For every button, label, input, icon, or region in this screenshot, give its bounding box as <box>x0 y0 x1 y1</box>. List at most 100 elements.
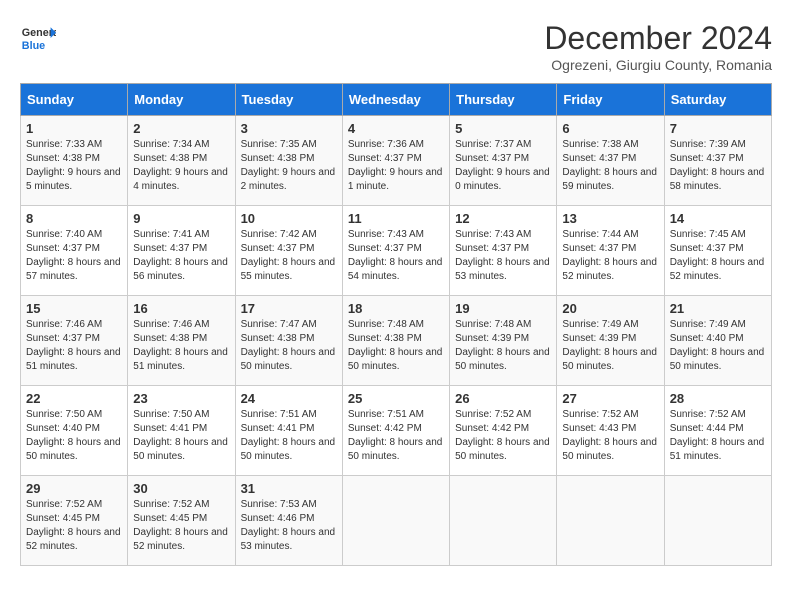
calendar-cell <box>450 476 557 566</box>
column-header-monday: Monday <box>128 84 235 116</box>
day-number: 19 <box>455 301 551 316</box>
calendar-body: 1 Sunrise: 7:33 AM Sunset: 4:38 PM Daylig… <box>21 116 772 566</box>
calendar-cell: 1 Sunrise: 7:33 AM Sunset: 4:38 PM Daylig… <box>21 116 128 206</box>
calendar-cell: 5Sunrise: 7:37 AM Sunset: 4:37 PM Daylig… <box>450 116 557 206</box>
calendar-cell: 20Sunrise: 7:49 AM Sunset: 4:39 PM Dayli… <box>557 296 664 386</box>
day-number: 14 <box>670 211 766 226</box>
cell-info: Sunrise: 7:51 AM Sunset: 4:42 PM Dayligh… <box>348 408 444 464</box>
cell-info: Sunrise: 7:46 AM Sunset: 4:37 PM Dayligh… <box>26 318 122 374</box>
day-number: 8 <box>26 211 122 226</box>
day-number: 16 <box>133 301 229 316</box>
column-header-tuesday: Tuesday <box>235 84 342 116</box>
calendar-cell: 16 Sunrise: 7:46 AM Sunset: 4:38 PM Dayli… <box>128 296 235 386</box>
cell-info: Sunrise: 7:42 AM Sunset: 4:37 PM Dayligh… <box>241 228 337 284</box>
calendar-cell: 12 Sunrise: 7:43 AM Sunset: 4:37 PM Dayli… <box>450 206 557 296</box>
day-number: 12 <box>455 211 551 226</box>
calendar-cell: 26Sunrise: 7:52 AM Sunset: 4:42 PM Dayli… <box>450 386 557 476</box>
cell-info: Sunrise: 7:46 AM Sunset: 4:38 PM Dayligh… <box>133 318 229 374</box>
calendar-header-row: SundayMondayTuesdayWednesdayThursdayFrid… <box>21 84 772 116</box>
column-header-saturday: Saturday <box>664 84 771 116</box>
header: General Blue December 2024 Ogrezeni, Giu… <box>20 20 772 73</box>
day-number: 15 <box>26 301 122 316</box>
calendar-cell <box>557 476 664 566</box>
day-number: 4 <box>348 121 444 136</box>
column-header-friday: Friday <box>557 84 664 116</box>
column-header-thursday: Thursday <box>450 84 557 116</box>
week-row-5: 29 Sunrise: 7:52 AM Sunset: 4:45 PM Dayli… <box>21 476 772 566</box>
cell-info: Sunrise: 7:48 AM Sunset: 4:39 PM Dayligh… <box>455 318 551 374</box>
calendar-cell: 22 Sunrise: 7:50 AM Sunset: 4:40 PM Dayli… <box>21 386 128 476</box>
week-row-4: 22 Sunrise: 7:50 AM Sunset: 4:40 PM Dayli… <box>21 386 772 476</box>
logo-icon: General Blue <box>20 20 56 56</box>
cell-info: Sunrise: 7:50 AM Sunset: 4:41 PM Dayligh… <box>133 408 229 464</box>
day-number: 31 <box>241 481 337 496</box>
day-number: 3 <box>241 121 337 136</box>
week-row-2: 8 Sunrise: 7:40 AM Sunset: 4:37 PM Daylig… <box>21 206 772 296</box>
calendar-cell: 27Sunrise: 7:52 AM Sunset: 4:43 PM Dayli… <box>557 386 664 476</box>
day-number: 18 <box>348 301 444 316</box>
cell-info: Sunrise: 7:41 AM Sunset: 4:37 PM Dayligh… <box>133 228 229 284</box>
day-number: 28 <box>670 391 766 406</box>
day-number: 30 <box>133 481 229 496</box>
calendar-cell <box>342 476 449 566</box>
calendar-cell: 30 Sunrise: 7:52 AM Sunset: 4:45 PM Dayli… <box>128 476 235 566</box>
cell-info: Sunrise: 7:50 AM Sunset: 4:40 PM Dayligh… <box>26 408 122 464</box>
day-number: 2 <box>133 121 229 136</box>
calendar-cell: 29 Sunrise: 7:52 AM Sunset: 4:45 PM Dayli… <box>21 476 128 566</box>
cell-info: Sunrise: 7:44 AM Sunset: 4:37 PM Dayligh… <box>562 228 658 284</box>
day-number: 24 <box>241 391 337 406</box>
day-number: 26 <box>455 391 551 406</box>
logo: General Blue <box>20 20 56 56</box>
column-header-sunday: Sunday <box>21 84 128 116</box>
calendar-cell: 25Sunrise: 7:51 AM Sunset: 4:42 PM Dayli… <box>342 386 449 476</box>
day-number: 13 <box>562 211 658 226</box>
day-number: 11 <box>348 211 444 226</box>
cell-info: Sunrise: 7:48 AM Sunset: 4:38 PM Dayligh… <box>348 318 444 374</box>
cell-info: Sunrise: 7:40 AM Sunset: 4:37 PM Dayligh… <box>26 228 122 284</box>
calendar-cell: 19 Sunrise: 7:48 AM Sunset: 4:39 PM Dayli… <box>450 296 557 386</box>
cell-info: Sunrise: 7:45 AM Sunset: 4:37 PM Dayligh… <box>670 228 766 284</box>
calendar-cell: 28Sunrise: 7:52 AM Sunset: 4:44 PM Dayli… <box>664 386 771 476</box>
calendar-cell: 10 Sunrise: 7:42 AM Sunset: 4:37 PM Dayli… <box>235 206 342 296</box>
cell-info: Sunrise: 7:52 AM Sunset: 4:43 PM Dayligh… <box>562 408 658 464</box>
cell-info: Sunrise: 7:35 AM Sunset: 4:38 PM Dayligh… <box>241 138 337 194</box>
cell-info: Sunrise: 7:39 AM Sunset: 4:37 PM Dayligh… <box>670 138 766 194</box>
week-row-3: 15 Sunrise: 7:46 AM Sunset: 4:37 PM Dayli… <box>21 296 772 386</box>
day-number: 9 <box>133 211 229 226</box>
cell-info: Sunrise: 7:38 AM Sunset: 4:37 PM Dayligh… <box>562 138 658 194</box>
calendar-table: SundayMondayTuesdayWednesdayThursdayFrid… <box>20 83 772 566</box>
cell-info: Sunrise: 7:47 AM Sunset: 4:38 PM Dayligh… <box>241 318 337 374</box>
calendar-cell: 15 Sunrise: 7:46 AM Sunset: 4:37 PM Dayli… <box>21 296 128 386</box>
calendar-cell: 9 Sunrise: 7:41 AM Sunset: 4:37 PM Daylig… <box>128 206 235 296</box>
day-number: 10 <box>241 211 337 226</box>
calendar-cell: 2Sunrise: 7:34 AM Sunset: 4:38 PM Daylig… <box>128 116 235 206</box>
day-number: 17 <box>241 301 337 316</box>
calendar-cell: 11 Sunrise: 7:43 AM Sunset: 4:37 PM Dayli… <box>342 206 449 296</box>
calendar-cell: 6 Sunrise: 7:38 AM Sunset: 4:37 PM Daylig… <box>557 116 664 206</box>
cell-info: Sunrise: 7:52 AM Sunset: 4:45 PM Dayligh… <box>26 498 122 554</box>
day-number: 6 <box>562 121 658 136</box>
calendar-cell: 13 Sunrise: 7:44 AM Sunset: 4:37 PM Dayli… <box>557 206 664 296</box>
calendar-cell: 18 Sunrise: 7:48 AM Sunset: 4:38 PM Dayli… <box>342 296 449 386</box>
cell-info: Sunrise: 7:49 AM Sunset: 4:40 PM Dayligh… <box>670 318 766 374</box>
calendar-cell: 31 Sunrise: 7:53 AM Sunset: 4:46 PM Dayli… <box>235 476 342 566</box>
week-row-1: 1 Sunrise: 7:33 AM Sunset: 4:38 PM Daylig… <box>21 116 772 206</box>
calendar-cell: 24 Sunrise: 7:51 AM Sunset: 4:41 PM Dayli… <box>235 386 342 476</box>
day-number: 29 <box>26 481 122 496</box>
cell-info: Sunrise: 7:53 AM Sunset: 4:46 PM Dayligh… <box>241 498 337 554</box>
day-number: 1 <box>26 121 122 136</box>
calendar-cell: 3 Sunrise: 7:35 AM Sunset: 4:38 PM Daylig… <box>235 116 342 206</box>
calendar-cell: 21Sunrise: 7:49 AM Sunset: 4:40 PM Dayli… <box>664 296 771 386</box>
title-area: December 2024 Ogrezeni, Giurgiu County, … <box>544 20 772 73</box>
cell-info: Sunrise: 7:52 AM Sunset: 4:45 PM Dayligh… <box>133 498 229 554</box>
day-number: 22 <box>26 391 122 406</box>
day-number: 20 <box>562 301 658 316</box>
cell-info: Sunrise: 7:43 AM Sunset: 4:37 PM Dayligh… <box>348 228 444 284</box>
calendar-cell: 17 Sunrise: 7:47 AM Sunset: 4:38 PM Dayli… <box>235 296 342 386</box>
day-number: 5 <box>455 121 551 136</box>
column-header-wednesday: Wednesday <box>342 84 449 116</box>
cell-info: Sunrise: 7:51 AM Sunset: 4:41 PM Dayligh… <box>241 408 337 464</box>
cell-info: Sunrise: 7:43 AM Sunset: 4:37 PM Dayligh… <box>455 228 551 284</box>
cell-info: Sunrise: 7:33 AM Sunset: 4:38 PM Dayligh… <box>26 138 122 194</box>
day-number: 7 <box>670 121 766 136</box>
